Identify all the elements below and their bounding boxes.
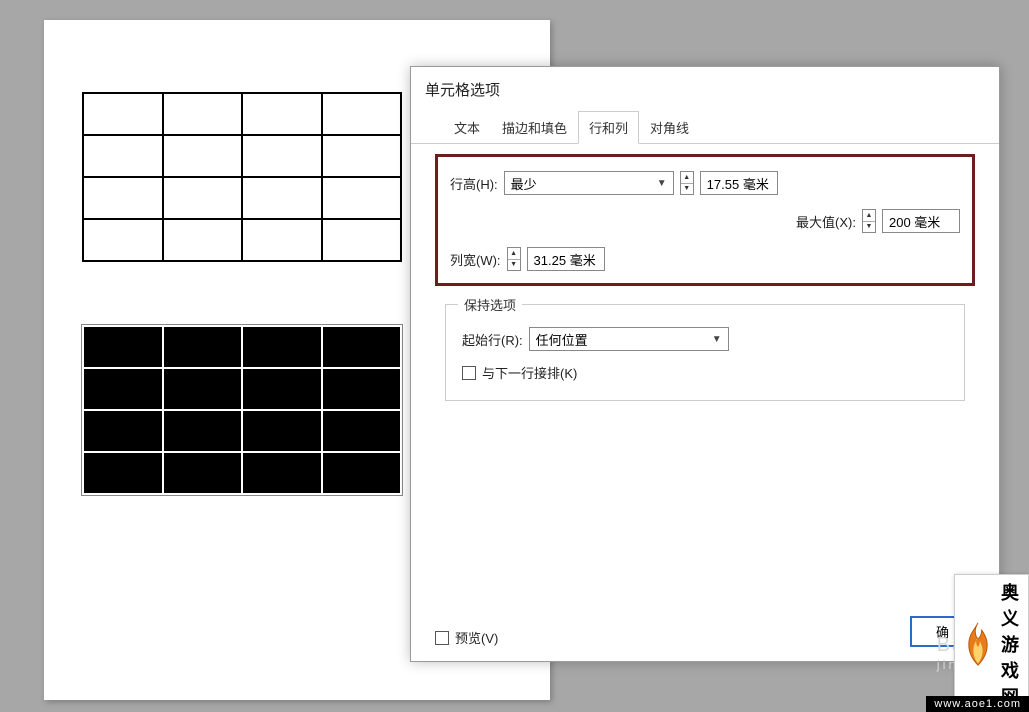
cell-options-dialog: 单元格选项 文本 描边和填色 行和列 对角线 行高(H): 最少 ▼ ▲▼ 17… [410,66,1000,662]
max-value-input[interactable]: 200 毫米 [882,209,960,233]
tab-rows-cols[interactable]: 行和列 [578,111,639,144]
max-value-spinner[interactable]: ▲▼ [862,209,876,233]
start-row-select[interactable]: 任何位置 ▼ [529,327,729,351]
row-height-spinner[interactable]: ▲▼ [680,171,694,195]
start-row-label: 起始行(R): [462,330,523,349]
keep-options-legend: 保持选项 [458,295,522,314]
flame-icon [959,621,997,667]
tab-text[interactable]: 文本 [443,111,491,144]
dialog-footer: 预览(V) 确 [411,616,999,647]
site-name: 奥义游戏网 [1001,579,1022,709]
row-height-input[interactable]: 17.55 毫米 [700,171,778,195]
max-value-label: 最大值(X): [796,212,856,231]
row-height-label: 行高(H): [450,174,498,193]
row-height-mode-value: 最少 [511,174,537,193]
row-height-mode-select[interactable]: 最少 ▼ [504,171,674,195]
sample-table-black[interactable] [82,325,402,495]
col-width-label: 列宽(W): [450,250,501,269]
site-url: www.aoe1.com [926,696,1029,712]
tab-stroke-fill[interactable]: 描边和填色 [491,111,578,144]
tab-bar: 文本 描边和填色 行和列 对角线 [411,110,999,144]
rows-cols-highlight-box: 行高(H): 最少 ▼ ▲▼ 17.55 毫米 最大值(X): ▲▼ 200 毫… [435,154,975,286]
tab-diagonal[interactable]: 对角线 [639,111,700,144]
col-width-input[interactable]: 31.25 毫米 [527,247,605,271]
col-width-spinner[interactable]: ▲▼ [507,247,521,271]
sample-table-white[interactable] [82,92,402,262]
preview-checkbox[interactable] [435,631,449,645]
site-banner: 奥义游戏网 [954,574,1029,712]
preview-label: 预览(V) [455,628,498,647]
start-row-value: 任何位置 [536,330,588,349]
keep-with-next-label: 与下一行接排(K) [482,363,577,382]
chevron-down-icon: ▼ [712,334,722,345]
keep-with-next-checkbox[interactable] [462,366,476,380]
keep-options-group: 保持选项 起始行(R): 任何位置 ▼ 与下一行接排(K) [445,304,965,401]
chevron-down-icon: ▼ [657,178,667,189]
dialog-title: 单元格选项 [411,67,999,110]
